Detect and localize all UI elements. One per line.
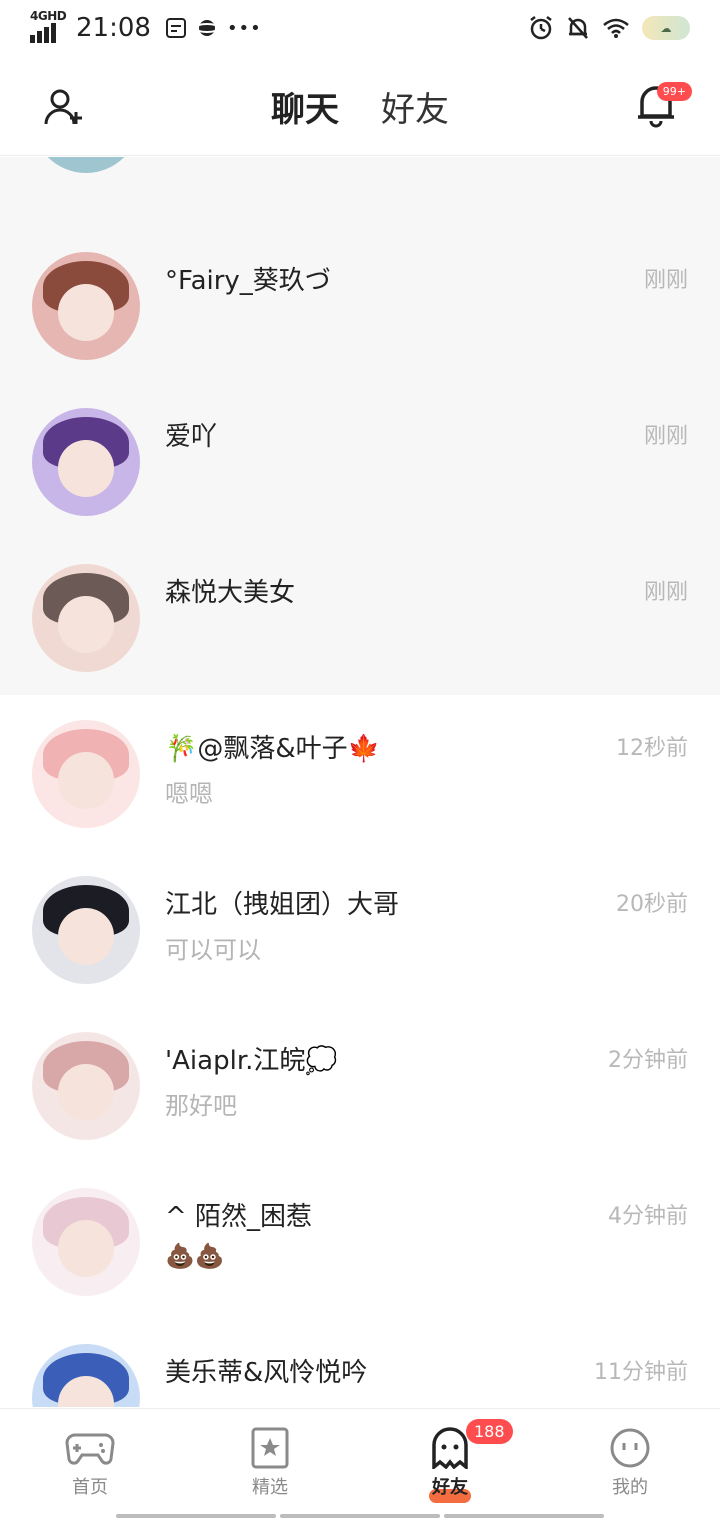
- tab-bar: 聊天 好友: [0, 82, 720, 131]
- nav-home[interactable]: 首页: [0, 1409, 180, 1520]
- message-time: 2分钟前: [608, 1048, 688, 1073]
- contact-name: 森悦大美女: [165, 578, 296, 608]
- list-item[interactable]: 美乐蒂&风怜悦吟 11分钟前: [0, 1326, 720, 1407]
- message-time: 刚刚: [643, 268, 688, 293]
- last-message: 可以可以: [165, 936, 261, 964]
- cloud-badge-icon: ☁: [642, 16, 690, 40]
- avatar: [32, 564, 140, 672]
- sim-icon: [165, 18, 186, 38]
- last-message: 嗯嗯: [165, 780, 213, 808]
- notification-badge: 99+: [656, 82, 692, 101]
- list-item[interactable]: 江北（拽姐团）大哥 可以可以 20秒前: [0, 858, 720, 1014]
- message-time: 20秒前: [616, 892, 688, 917]
- nav-label: 我的: [612, 1477, 648, 1498]
- star-bookmark-icon: [251, 1427, 289, 1469]
- top-header: 聊天 好友 99+: [0, 56, 720, 156]
- signal-icon: 4GHD: [30, 9, 67, 43]
- avatar: [32, 408, 140, 516]
- ghost-icon: [432, 1427, 468, 1469]
- contact-name: 'Aiaplr.江皖💭: [165, 1046, 338, 1076]
- message-time: 刚刚: [643, 424, 688, 449]
- nav-friends[interactable]: 好友 188: [360, 1409, 540, 1520]
- avatar: [32, 252, 140, 360]
- conversation-list[interactable]: °Fairy_葵玖づ 刚刚 爱吖 刚刚 森悦大美女 刚刚 🎋@飘落&叶子🍁 嗯嗯…: [0, 157, 720, 1407]
- avatar: [32, 1188, 140, 1296]
- status-bar: 4GHD 21:08 ••• ☁: [0, 0, 720, 56]
- avatar: [32, 157, 140, 173]
- nav-label: 首页: [72, 1477, 108, 1498]
- nav-label: 精选: [252, 1477, 288, 1498]
- status-right: ☁: [528, 15, 690, 41]
- last-message: 💩💩: [165, 1242, 225, 1270]
- face-icon: [610, 1428, 650, 1468]
- wifi-icon: [603, 18, 629, 38]
- contact-name: 🎋@飘落&叶子🍁: [165, 734, 381, 764]
- list-item[interactable]: 'Aiaplr.江皖💭 那好吧 2分钟前: [0, 1014, 720, 1170]
- planet-icon: [194, 20, 219, 36]
- avatar: [32, 720, 140, 828]
- list-item[interactable]: 🎋@飘落&叶子🍁 嗯嗯 12秒前: [0, 702, 720, 858]
- tab-friends[interactable]: 好友: [381, 82, 449, 131]
- more-dots-icon: •••: [226, 17, 262, 39]
- alarm-icon: [530, 16, 552, 40]
- home-indicator: [0, 1514, 720, 1520]
- contact-name: 江北（拽姐团）大哥: [165, 890, 400, 920]
- message-time: 4分钟前: [608, 1204, 688, 1229]
- nav-label: 好友: [432, 1477, 468, 1498]
- nav-featured[interactable]: 精选: [180, 1409, 360, 1520]
- message-time: 刚刚: [643, 580, 688, 605]
- contact-name: ^ 陌然_困惹: [165, 1202, 313, 1232]
- avatar: [32, 876, 140, 984]
- message-time: 12秒前: [616, 736, 688, 761]
- gamepad-icon: [65, 1433, 115, 1465]
- network-type: 4GHD: [30, 9, 67, 23]
- nav-me[interactable]: 我的: [540, 1409, 720, 1520]
- list-item[interactable]: 爱吖 刚刚: [0, 390, 720, 546]
- avatar: [32, 1032, 140, 1140]
- list-item[interactable]: 森悦大美女 刚刚: [0, 546, 720, 702]
- list-item[interactable]: [0, 157, 720, 203]
- last-message: 那好吧: [165, 1092, 237, 1120]
- message-time: 11分钟前: [594, 1360, 688, 1385]
- contact-name: °Fairy_葵玖づ: [165, 266, 331, 296]
- list-item[interactable]: °Fairy_葵玖づ 刚刚: [0, 234, 720, 390]
- tab-chat[interactable]: 聊天: [271, 82, 339, 131]
- contact-name: 美乐蒂&风怜悦吟: [165, 1358, 368, 1388]
- contact-name: 爱吖: [165, 422, 218, 452]
- clock: 21:08: [76, 13, 151, 43]
- list-item[interactable]: ^ 陌然_困惹 💩💩 4分钟前: [0, 1170, 720, 1326]
- bottom-nav: 首页 精选 好友 188 我的: [0, 1408, 720, 1520]
- status-left: 4GHD 21:08 •••: [30, 9, 262, 43]
- avatar: [32, 1344, 140, 1407]
- mute-bell-icon: [568, 17, 588, 39]
